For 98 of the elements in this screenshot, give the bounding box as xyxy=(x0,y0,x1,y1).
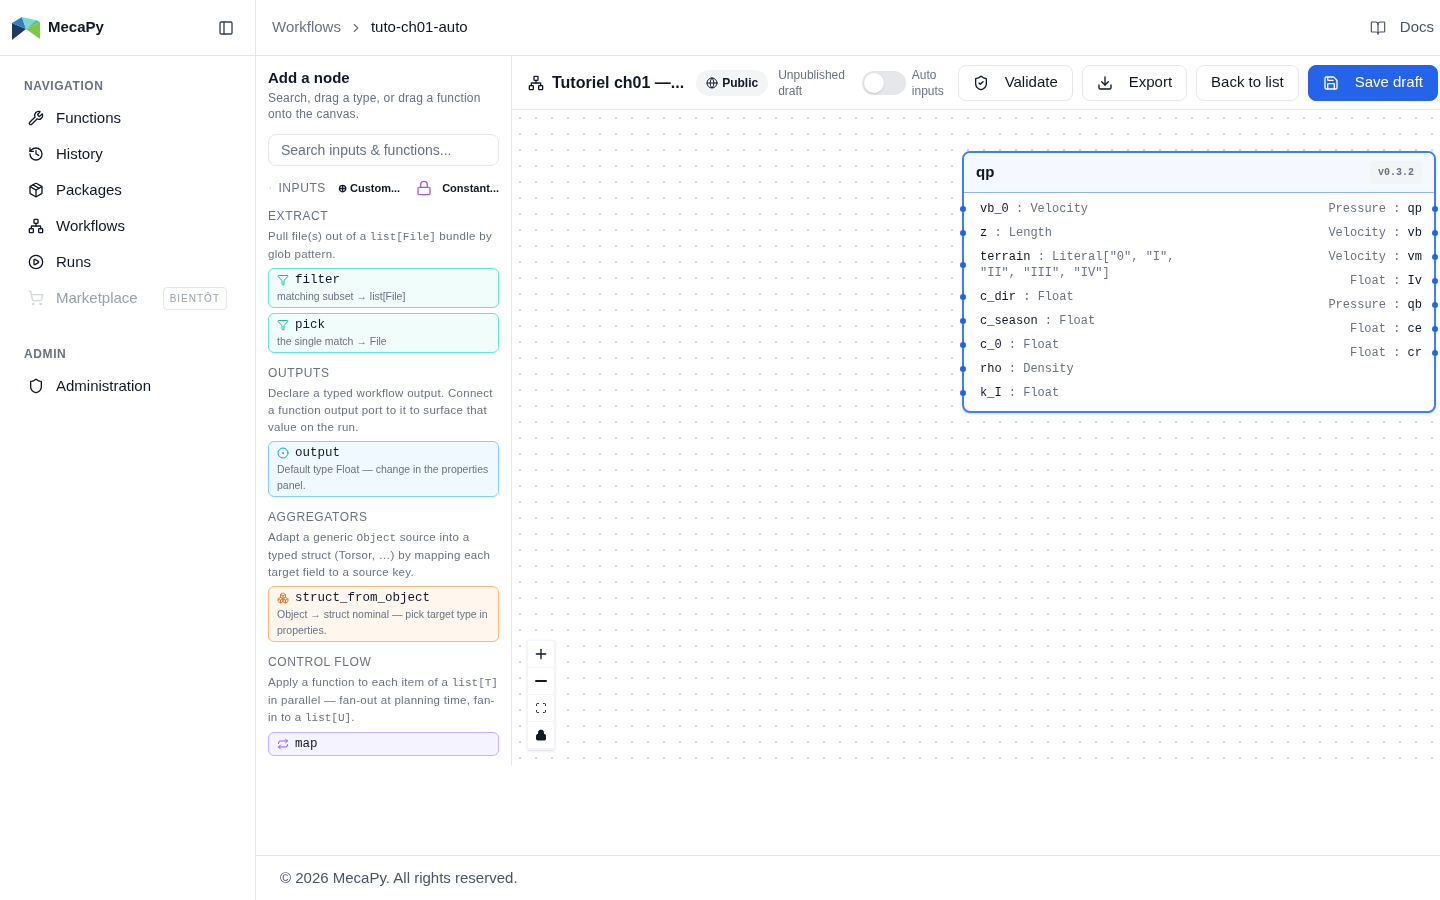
node-title: qp xyxy=(976,162,995,183)
card-subtitle: Default type Float — change in the properties panel. xyxy=(277,462,490,493)
card-subtitle: the single match → File xyxy=(277,334,388,349)
node-type-card[interactable]: filter matching subset → list[File] xyxy=(268,268,499,308)
export-button[interactable]: Export xyxy=(1081,64,1188,101)
circle-dot-icon xyxy=(277,447,289,459)
node-type-card[interactable]: output Default type Float — change in the properties panel. xyxy=(268,441,499,497)
book-icon xyxy=(1369,19,1386,36)
output-port-label: Velocity : vm xyxy=(1328,249,1422,265)
version-badge: v0.3.2 xyxy=(1370,161,1422,184)
input-port-label: rho : Density xyxy=(980,361,1075,377)
card-title: output xyxy=(295,445,340,461)
visibility-badge: Public xyxy=(696,69,769,96)
section-description: Declare a typed workflow output. Connect a function output port to it to surface that value on the run. xyxy=(268,386,494,435)
boxes-icon xyxy=(277,592,289,604)
input-port-label: z : Length xyxy=(980,225,1054,241)
input-port-label: vb_0 : Velocity xyxy=(980,201,1090,217)
input-port-label: c_season : Float xyxy=(980,313,1097,329)
toggle-switch[interactable] xyxy=(861,70,906,95)
history-icon xyxy=(28,146,44,162)
panel-description: Search, drag a type, or drag a function onto the canvas. xyxy=(268,90,482,122)
input-type-item[interactable]: Constant... xyxy=(442,179,499,197)
card-subtitle: Object → struct nominal — pick target type in properties. xyxy=(277,607,489,638)
fit-view-icon xyxy=(535,702,547,714)
section-heading: OUTPUTS xyxy=(268,365,331,381)
repeat-icon xyxy=(277,738,289,750)
function-node[interactable] xyxy=(962,151,1436,413)
lock-icon xyxy=(535,729,547,741)
back-to-list-button[interactable]: Back to list xyxy=(1196,64,1299,101)
section-heading: EXTRACT xyxy=(268,208,330,224)
plus-icon xyxy=(533,646,549,662)
breadcrumb-link[interactable]: Workflows xyxy=(272,16,341,39)
node-type-card[interactable]: pick the single match → File xyxy=(268,313,499,353)
play-circle-icon xyxy=(28,254,44,270)
output-port-label: Float : ce xyxy=(1349,321,1422,337)
package-icon xyxy=(28,182,44,198)
card-title: struct_from_object xyxy=(295,590,431,606)
lock-button[interactable] xyxy=(528,722,554,749)
funnel-icon xyxy=(277,274,289,286)
card-subtitle: matching subset → list[File] xyxy=(277,289,407,304)
card-title: pick xyxy=(295,317,325,333)
nav-item[interactable]: Workflows xyxy=(56,214,125,238)
draft-status: Unpublished draft xyxy=(778,66,846,99)
brand-name: MecaPy xyxy=(48,17,104,38)
funnel-icon xyxy=(277,319,289,331)
input-port-label: c_dir : Float xyxy=(980,289,1075,305)
section-label: ADMIN xyxy=(23,346,68,362)
coming-soon-badge: BIENTÔT xyxy=(162,286,227,310)
cart-icon xyxy=(28,290,44,306)
output-port-label: Pressure : qb xyxy=(1328,297,1422,313)
workflow-title: Tutoriel ch01 —... xyxy=(552,72,685,93)
breadcrumb-current: tuto-ch01-auto xyxy=(370,17,468,38)
card-title: map xyxy=(295,736,318,752)
section-description: Pull file(s) out of a list[File] bundle by glob pattern. xyxy=(268,229,493,262)
section-description: Apply a function to each item of a list[T] in parallel — fan-out at planning time, fan-in to a list[U]. xyxy=(268,675,499,726)
shield-icon xyxy=(28,378,44,394)
fit-view-button[interactable] xyxy=(528,695,554,722)
docs-link[interactable]: Docs xyxy=(1369,16,1434,39)
node-type-card[interactable]: map xyxy=(268,732,499,756)
input-type-item[interactable]: ⊕ Custom... xyxy=(338,179,401,197)
network-icon xyxy=(28,218,44,234)
validate-button[interactable]: Validate xyxy=(957,64,1073,101)
node-type-card[interactable]: struct_from_object Object → struct nominal — pick target type in properties. xyxy=(268,586,499,642)
footer-text: © 2026 MecaPy. All rights reserved. xyxy=(280,867,518,888)
section-description: Adapt a generic Object source into a typed struct (Torsor, …) by mapping each target field to a source key. xyxy=(268,530,492,580)
network-icon xyxy=(528,74,544,91)
output-port-label: Float : Iv xyxy=(1349,273,1422,289)
zoom-in-button[interactable] xyxy=(528,641,554,668)
nav-item[interactable]: History xyxy=(56,142,103,166)
input-port-label: k_I : Float xyxy=(980,385,1061,401)
section-heading: CONTROL FLOW xyxy=(268,654,373,670)
group-label: INPUTS xyxy=(278,180,326,197)
lock-icon xyxy=(416,180,433,196)
nav-item[interactable]: Functions xyxy=(56,106,122,130)
input-port-label: c_0 : Float xyxy=(980,337,1061,353)
panel-title: Add a node xyxy=(268,68,351,88)
save-draft-button[interactable]: Save draft xyxy=(1307,64,1438,101)
card-title: filter xyxy=(295,272,340,288)
save-icon xyxy=(1322,74,1339,91)
minus-icon xyxy=(535,680,547,682)
wrench-icon xyxy=(28,110,44,126)
section-label: NAVIGATION xyxy=(23,78,105,94)
toggle-label: Auto inputs xyxy=(911,66,945,99)
search-field[interactable]: Search inputs & functions... xyxy=(268,134,499,166)
output-port-label: Pressure : qp xyxy=(1328,201,1422,217)
nav-item[interactable]: Runs xyxy=(56,250,92,274)
globe-icon xyxy=(706,76,719,89)
download-icon xyxy=(1096,74,1113,91)
nav-item[interactable]: Administration xyxy=(56,374,152,398)
panel-icon xyxy=(218,19,234,36)
shield-check-icon xyxy=(972,74,989,91)
input-port-label: terrain : Literal["0", "I", "II", "III", "IV"] xyxy=(980,249,1176,281)
logo-icon xyxy=(12,15,40,40)
output-port-label: Float : cr xyxy=(1349,345,1422,361)
zoom-out-button[interactable] xyxy=(528,668,554,695)
section-heading: AGGREGATORS xyxy=(268,509,369,525)
output-port-label: Velocity : vb xyxy=(1328,225,1422,241)
nav-item[interactable]: Packages xyxy=(56,178,122,202)
